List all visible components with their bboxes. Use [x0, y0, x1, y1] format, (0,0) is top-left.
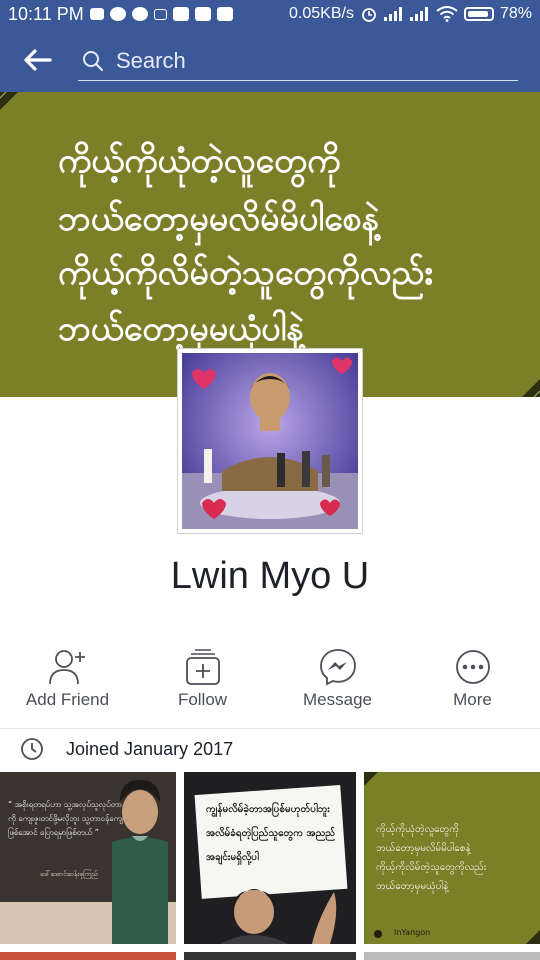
more-label: More — [453, 690, 492, 709]
shop-notification-icon — [216, 7, 233, 21]
follow-button[interactable]: Follow — [135, 640, 270, 728]
signal-icon — [383, 7, 402, 21]
wifi-icon — [436, 6, 458, 22]
message-notification-icon — [153, 8, 167, 20]
cover-text-line-3: ကိုယ့်ကိုလိမ်တဲ့သူတွေကိုလည်း — [58, 253, 434, 293]
battery-icon — [463, 7, 494, 21]
messenger-notification-icon — [109, 7, 126, 21]
bbm-notification-icon — [89, 8, 104, 20]
add-friend-icon — [48, 650, 85, 685]
messenger-icon — [319, 649, 356, 686]
next-photo-strip-1 — [0, 952, 176, 960]
network-speed: 0.05KB/s — [289, 5, 354, 22]
photo-2-sign-text: ကျွန်မလိမ်ခဲ့တာအပြစ်မဟုတ်ပါဘူး အလိမ်ခံရတ… — [206, 804, 336, 863]
messenger-notification-icon-2 — [131, 7, 148, 21]
profile-picture[interactable] — [177, 348, 363, 534]
add-friend-label: Add Friend — [25, 690, 110, 709]
photo-3-line-2: ဘယ်တော့မှမလိမ်မိပါစေနဲ့ — [376, 843, 471, 854]
follow-icon — [185, 649, 220, 685]
app-bar: Search — [0, 28, 540, 92]
photo-1-quote: “ အစိုးရတရပ်ဟာ သူ့အလုပ်သူလုပ်တာကို ကျေးဇ… — [8, 800, 123, 837]
photo-thumbnail-2[interactable]: ကျွန်မလိမ်ခဲ့တာအပြစ်မဟုတ်ပါဘူး အလိမ်ခံရတ… — [184, 772, 356, 944]
search-icon — [83, 51, 104, 72]
photo-3-watermark: InYangon — [394, 928, 431, 937]
alarm-icon — [362, 8, 376, 22]
battery-percent: 78% — [499, 5, 532, 22]
profile-photo-image — [182, 353, 358, 529]
section-divider — [0, 728, 540, 729]
signal-icon-2 — [409, 7, 428, 21]
photo-3-line-4: ဘယ်တော့မှမယုံပါနဲ့ — [376, 881, 449, 892]
follow-label: Follow — [177, 690, 228, 709]
next-photo-strip-2 — [184, 952, 356, 960]
more-icon — [455, 650, 490, 684]
photo-3-line-1: ကိုယ့်ကိုယုံတဲ့လူတွေကို — [376, 824, 460, 835]
cover-text-line-1: ကိုယ့်ကိုယုံတဲ့လူတွေကို — [58, 141, 341, 181]
joined-date: Joined January 2017 — [66, 738, 234, 759]
profile-actions: Add Friend Follow Message More — [0, 640, 540, 728]
message-button[interactable]: Message — [270, 640, 405, 728]
search-placeholder: Search — [116, 48, 186, 73]
next-photo-strip-3 — [364, 952, 540, 960]
add-friend-button[interactable]: Add Friend — [0, 640, 135, 728]
photos-grid: “ အစိုးရတရပ်ဟာ သူ့အလုပ်သူလုပ်တာကို ကျေးဇ… — [0, 772, 540, 960]
more-button[interactable]: More — [405, 640, 540, 728]
cover-text-line-2: ဘယ်တော့မှမလိမ်မိပါစေနဲ့ — [58, 199, 380, 239]
photo-3-line-3: ကိုယ့်ကိုလိမ်တဲ့သူတွေကိုလည်း — [376, 862, 487, 873]
photo-thumbnail-3[interactable]: ကိုယ့်ကိုယုံတဲ့လူတွေကို ဘယ်တော့မှမလိမ်မိ… — [364, 772, 540, 944]
search-bar[interactable]: Search — [78, 42, 518, 81]
clock-icon — [21, 738, 43, 760]
back-arrow-icon[interactable] — [22, 48, 54, 72]
joined-info: Joined January 2017 — [20, 734, 233, 764]
facebook-notification-icon-2 — [194, 7, 211, 21]
photo-1-attribution: ဒေါ်အောင်ဆန်းစုကြည် — [40, 870, 98, 878]
facebook-notification-icon — [172, 7, 189, 21]
profile-name: Lwin Myo U — [170, 555, 370, 597]
photo-thumbnail-1[interactable]: “ အစိုးရတရပ်ဟာ သူ့အလုပ်သူလုပ်တာကို ကျေးဇ… — [0, 772, 176, 944]
status-bar: 10:11 PM 0.05KB/s 78% — [0, 0, 540, 28]
status-time: 10:11 PM — [8, 3, 84, 24]
message-label: Message — [303, 690, 372, 709]
